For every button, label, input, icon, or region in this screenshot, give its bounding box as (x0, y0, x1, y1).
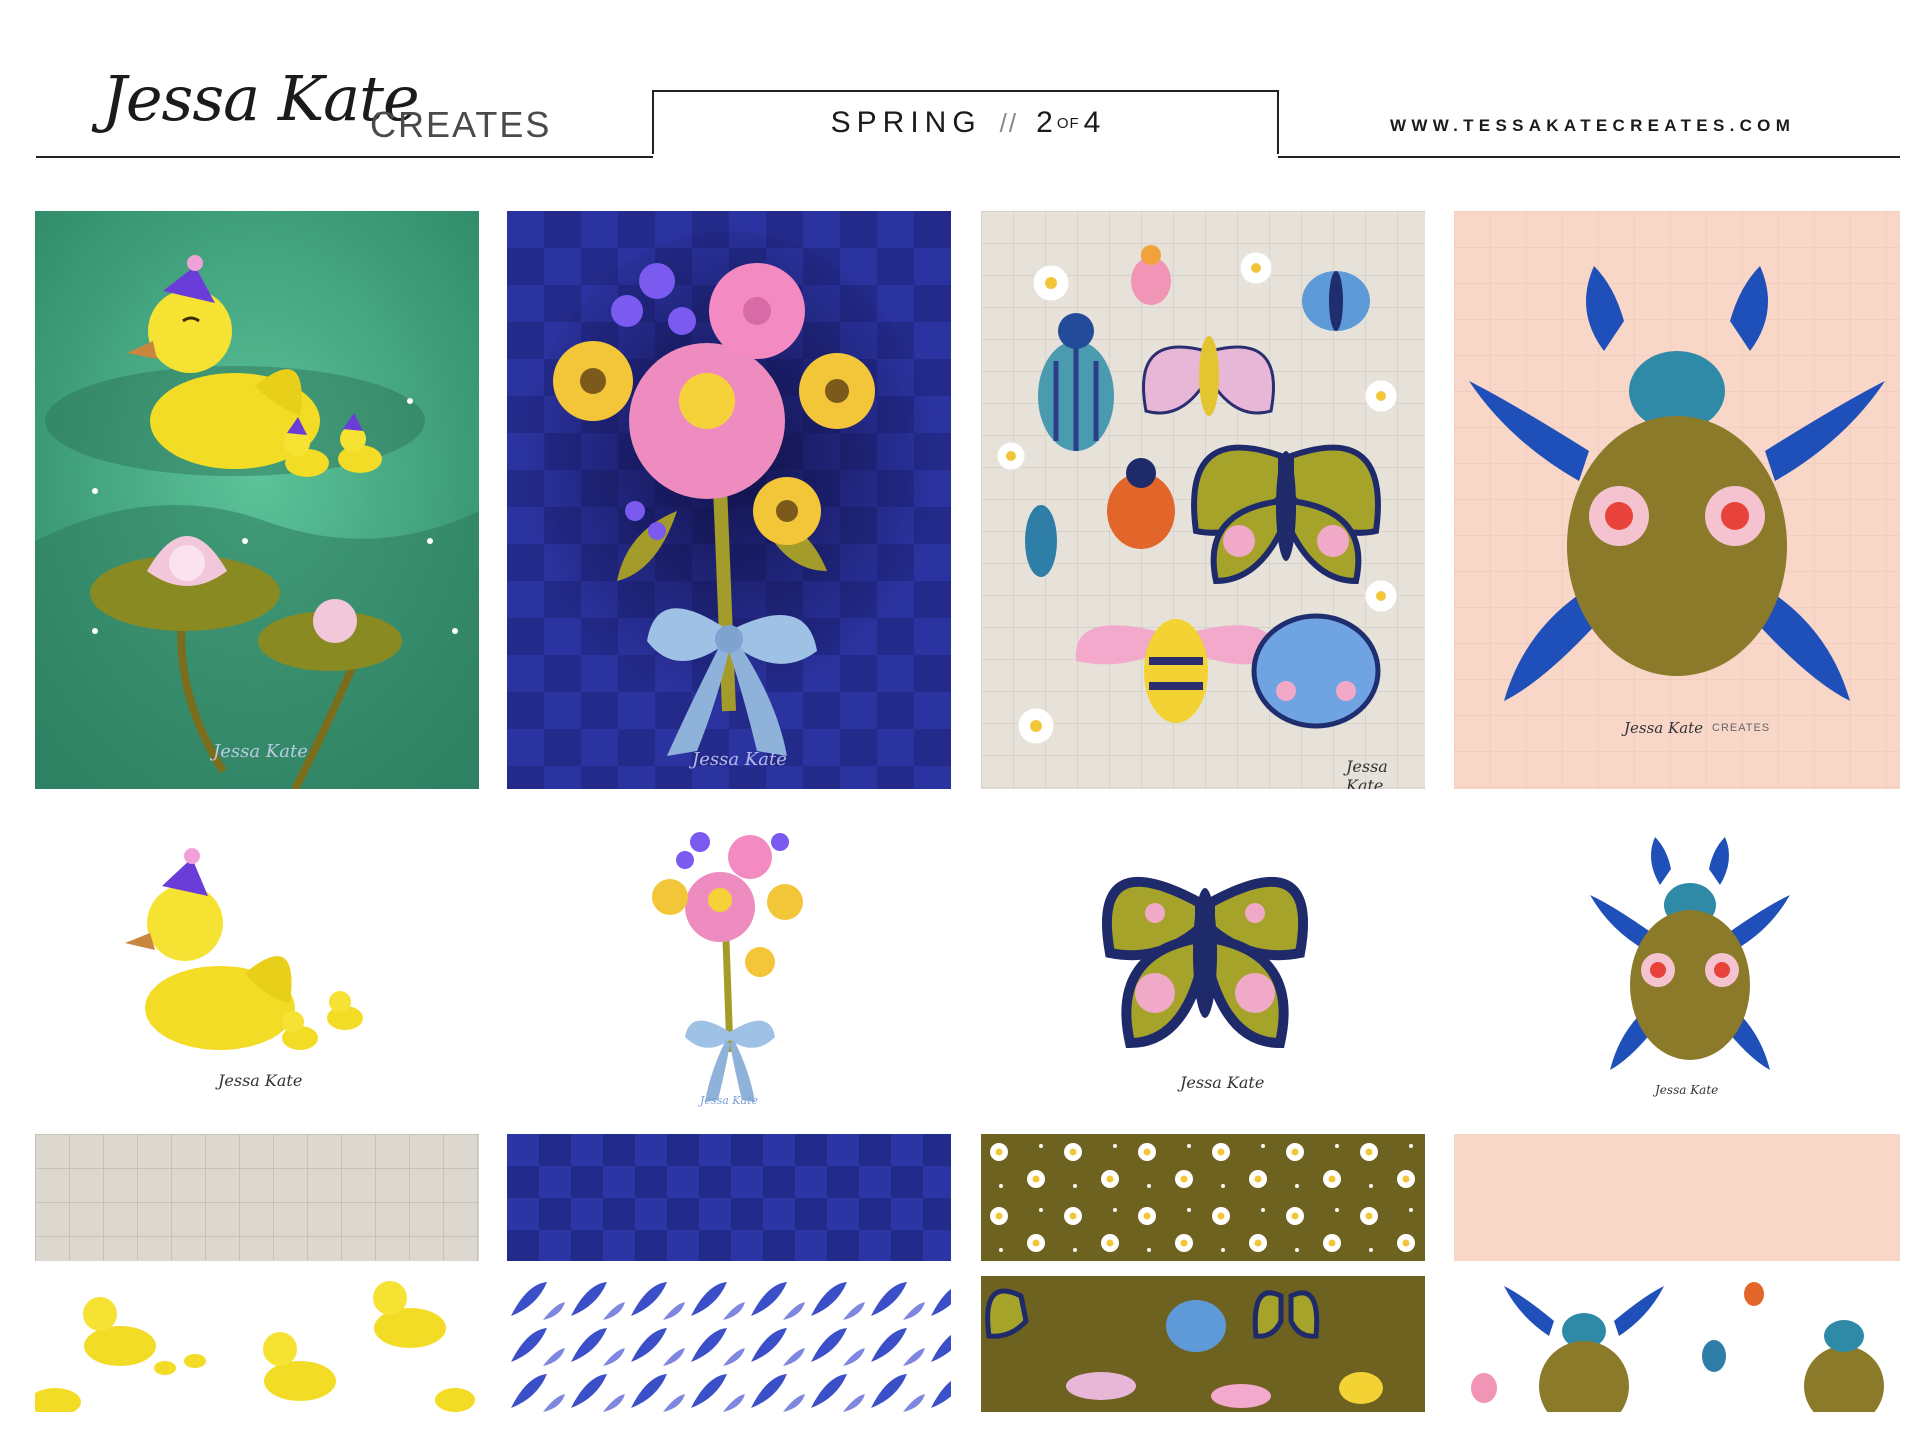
print-signature: Jessa Kate (213, 741, 308, 762)
motif-signature: Jessa Kate (1180, 1073, 1265, 1092)
print-signature-word: CREATES (1712, 722, 1771, 734)
title-separator: // (999, 107, 1019, 138)
blush-swatch[interactable] (1454, 1134, 1900, 1261)
page-current: 2 (1036, 106, 1053, 139)
duck-motif-illustration (125, 848, 363, 1050)
print-signature: Jessa Kate (1346, 757, 1388, 789)
duck-pattern-swatch[interactable] (35, 1276, 479, 1412)
insect-collection-illustration (981, 211, 1425, 789)
mother-duck-icon (125, 848, 295, 1050)
beetle-body-icon (1630, 883, 1750, 1060)
beetle-pattern (1454, 1276, 1900, 1412)
header: Jessa Kate CREATES SPRING // 2 OF 4 WWW.… (0, 0, 1920, 165)
brand-logo[interactable]: Jessa Kate CREATES (88, 60, 568, 170)
duck-pond-illustration (35, 211, 479, 789)
butterfly-icon (1191, 444, 1381, 585)
insects-print[interactable]: Jessa Kate (981, 211, 1425, 789)
motif-signature: Jessa Kate (1655, 1083, 1719, 1097)
season-title: SPRING (830, 106, 982, 139)
insect-pattern (981, 1276, 1425, 1412)
beetle-illustration (1454, 211, 1900, 789)
checker-swatch[interactable] (507, 1134, 951, 1261)
butterfly-icon (1101, 876, 1309, 1049)
leaf-pattern-swatch[interactable] (507, 1276, 951, 1412)
daisy-swatch[interactable] (981, 1134, 1425, 1261)
motif-signature: Jessa Kate (218, 1071, 303, 1090)
beetle-pattern-swatch[interactable] (1454, 1276, 1900, 1412)
header-rule-right (1278, 156, 1900, 158)
page-total: 4 (1083, 106, 1101, 139)
beetle-motif[interactable]: Jessa Kate (1590, 835, 1790, 1105)
daisy-pattern (981, 1134, 1425, 1261)
duck-pattern (35, 1276, 479, 1412)
bouquet-illustration (507, 211, 951, 789)
teal-beetle-icon (1025, 505, 1057, 577)
print-signature: Jessa Kate (1624, 719, 1704, 737)
duck-motif[interactable]: Jessa Kate (100, 838, 410, 1108)
blue-moth-icon (1302, 271, 1370, 331)
grid-pattern (35, 1134, 479, 1261)
beetle-motif-illustration (1590, 837, 1790, 1070)
bow-icon (685, 1020, 775, 1102)
butterfly-motif-illustration (1101, 876, 1309, 1049)
grid-swatch[interactable] (35, 1134, 479, 1261)
beetle-print[interactable]: Jessa Kate CREATES (1454, 211, 1900, 789)
blue-moth-large-icon (1251, 613, 1381, 729)
duck-pond-print[interactable]: Jessa Kate (35, 211, 479, 789)
brand-word-text: CREATES (370, 104, 552, 145)
page-title-box: SPRING // 2 OF 4 (652, 90, 1279, 154)
checker-pattern (507, 1134, 951, 1261)
bouquet-print[interactable]: Jessa Kate (507, 211, 951, 789)
motif-signature: Jessa Kate (700, 1094, 758, 1107)
butterfly-motif[interactable]: Jessa Kate (1085, 843, 1325, 1103)
insect-pattern-swatch[interactable] (981, 1276, 1425, 1412)
duckling-icon (282, 991, 363, 1050)
page-of-label: OF (1056, 114, 1080, 132)
leaf-pattern (507, 1276, 951, 1412)
print-signature: Jessa Kate (692, 749, 787, 770)
bouquet-motif-illustration (652, 832, 803, 1102)
website-link[interactable]: WWW.TESSAKATECREATES.COM (1390, 116, 1795, 136)
bouquet-motif[interactable]: Jessa Kate (630, 812, 830, 1112)
